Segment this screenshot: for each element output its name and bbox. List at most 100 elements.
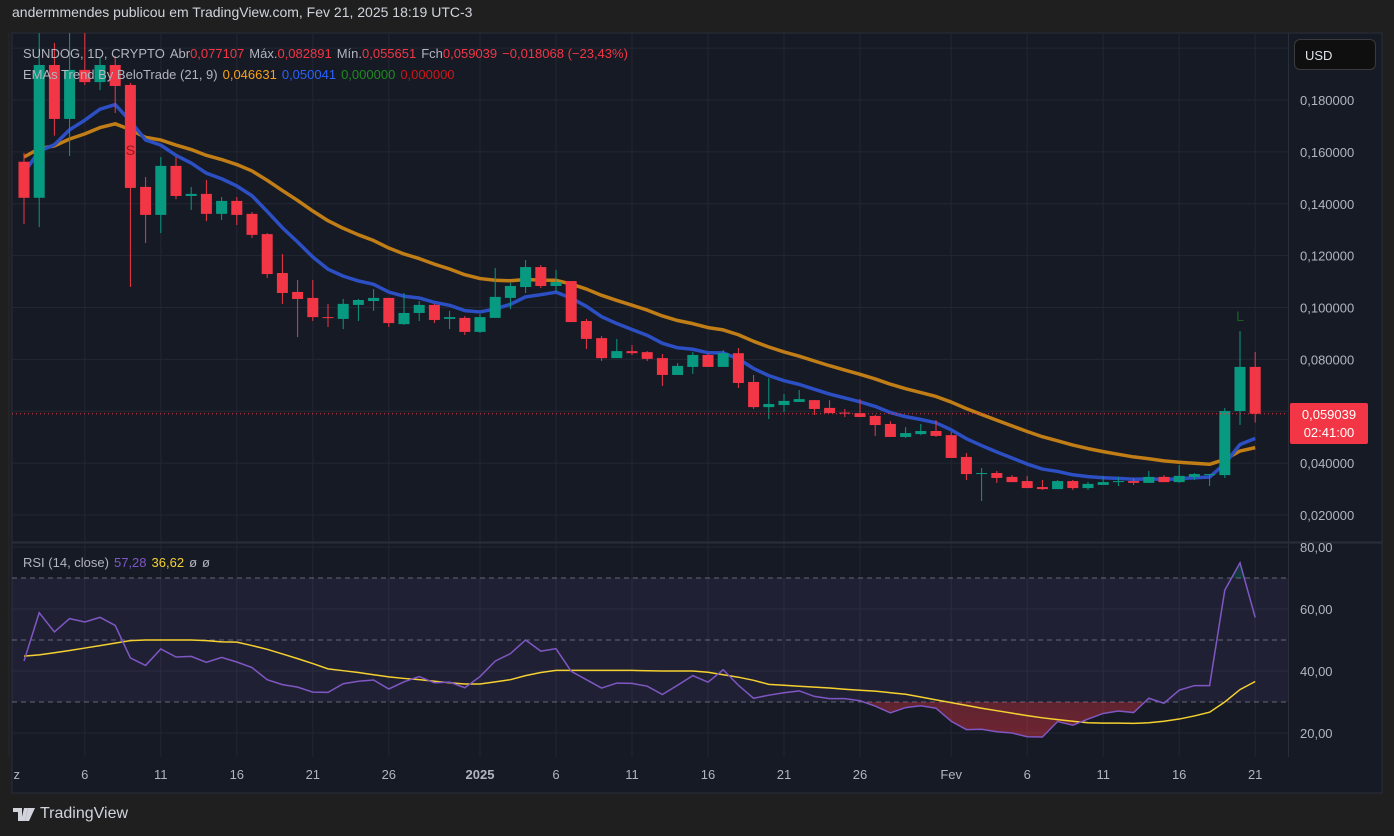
time-tick-label: z — [14, 767, 21, 782]
candle-body — [444, 317, 456, 319]
time-tick-label: 6 — [81, 767, 88, 782]
candle[interactable] — [383, 297, 395, 327]
candle-body — [945, 435, 957, 458]
time-tick-label: 16 — [701, 767, 715, 782]
candle[interactable] — [246, 212, 258, 239]
rsi-value: 57,28 — [113, 555, 147, 570]
candle-body — [33, 64, 45, 198]
price-tick-label: 0,180000 — [1300, 93, 1354, 108]
symbol-legend[interactable]: SUNDOG, 1D, CRYPTO Abr0,077107 Máx.0,08289… — [23, 46, 633, 61]
price-tick-label: 0,080000 — [1300, 352, 1354, 367]
price-tick-label: 0,160000 — [1300, 145, 1354, 160]
candle-body — [1128, 481, 1140, 483]
candle[interactable] — [535, 264, 547, 289]
time-tick-label: Fev — [940, 767, 962, 782]
high-value: 0,082891 — [277, 46, 332, 61]
low-label: Mín. — [336, 46, 362, 61]
candle-body — [991, 473, 1003, 478]
candle-body — [520, 267, 532, 288]
price-tick-label: 0,040000 — [1300, 456, 1354, 471]
rsi-tick-label: 40,00 — [1300, 664, 1333, 679]
candle-body — [763, 404, 775, 408]
candle-body — [611, 351, 623, 359]
candle-body — [1052, 481, 1064, 490]
time-tick-label: 26 — [382, 767, 396, 782]
candle-body — [459, 317, 471, 332]
candle[interactable] — [945, 432, 957, 458]
indicator-name[interactable]: EMAs Trend By BeloTrade (21, 9) — [23, 67, 218, 82]
candle-body — [565, 281, 577, 323]
candle[interactable] — [1052, 480, 1064, 490]
time-tick-label: 11 — [625, 767, 639, 782]
candle-body — [246, 213, 258, 235]
candle-body — [1112, 481, 1124, 483]
tradingview-logo-icon — [13, 807, 35, 821]
candle-body — [641, 352, 653, 359]
signal-label-sell: S — [126, 142, 135, 158]
candle-body — [1082, 483, 1094, 489]
bar-countdown: 02:41:00 — [1304, 425, 1355, 440]
candle[interactable] — [596, 336, 608, 361]
candle-body — [1021, 481, 1033, 489]
candle[interactable] — [702, 353, 714, 367]
candle-body — [428, 304, 440, 320]
indicator-legend[interactable]: EMAs Trend By BeloTrade (21, 9) 0,046631 0… — [23, 67, 460, 82]
price-tick-label: 0,100000 — [1300, 301, 1354, 316]
candle-body — [1234, 366, 1246, 412]
time-tick-label: 2025 — [466, 767, 495, 782]
candle-body — [1249, 366, 1261, 414]
time-tick-label: 6 — [1024, 767, 1031, 782]
high-label: Máx. — [249, 46, 278, 61]
candle-body — [307, 297, 319, 318]
candle-body — [1158, 476, 1170, 483]
candle[interactable] — [261, 233, 273, 278]
symbol-name[interactable]: SUNDOG, 1D, CRYPTO — [23, 46, 165, 61]
time-tick-label: 6 — [552, 767, 559, 782]
candle-body — [732, 353, 744, 384]
candle[interactable] — [732, 347, 744, 388]
rsi-na-1: ø — [189, 555, 198, 570]
candle-body — [824, 407, 836, 414]
candle-body — [474, 317, 486, 332]
candle-body — [580, 321, 592, 339]
candle-body — [900, 433, 912, 437]
time-tick-label: 21 — [777, 767, 791, 782]
candle-body — [231, 200, 243, 215]
rsi-tick-label: 60,00 — [1300, 602, 1333, 617]
time-tick-label: 16 — [230, 767, 244, 782]
last-price-label: 0,059039 02:41:00 — [1290, 403, 1368, 444]
candle-body — [1204, 474, 1216, 476]
currency-button[interactable]: USD — [1294, 39, 1376, 70]
close-value: 0,059039 — [442, 46, 498, 61]
rsi-tick-label: 20,00 — [1300, 726, 1333, 741]
candle-body — [124, 84, 136, 188]
candle-body — [1097, 482, 1109, 485]
candle[interactable] — [1219, 407, 1231, 478]
candle-body — [596, 338, 608, 359]
rsi-title[interactable]: RSI (14, close) — [23, 555, 109, 570]
candle-body — [672, 365, 684, 375]
candle-body — [976, 473, 988, 475]
indicator-value-3: 0,000000 — [341, 67, 396, 82]
candle-body — [626, 351, 638, 354]
time-tick-label: 11 — [154, 767, 168, 782]
last-price-value: 0,059039 — [1302, 407, 1356, 422]
candle-body — [1036, 487, 1048, 490]
chart-canvas[interactable]: SL 0,0200000,0400000,0600000,0800000,100… — [0, 0, 1394, 836]
candle-body — [960, 456, 972, 475]
tradingview-logo[interactable]: TradingView — [13, 805, 128, 823]
candle[interactable] — [565, 281, 577, 323]
candle-body — [155, 165, 167, 215]
candle-body — [1219, 411, 1231, 476]
rsi-legend[interactable]: RSI (14, close) 57,28 36,62 ø ø — [23, 555, 215, 570]
candle-body — [687, 354, 699, 367]
time-tick-label: 11 — [1096, 767, 1110, 782]
rsi-tick-label: 80,00 — [1300, 540, 1333, 555]
candle-body — [504, 285, 516, 298]
candle-body — [18, 161, 30, 198]
candle-body — [550, 282, 562, 286]
candle-body — [337, 303, 349, 319]
candle-body — [778, 400, 790, 406]
candle-body — [748, 381, 760, 408]
candle-body — [793, 399, 805, 402]
